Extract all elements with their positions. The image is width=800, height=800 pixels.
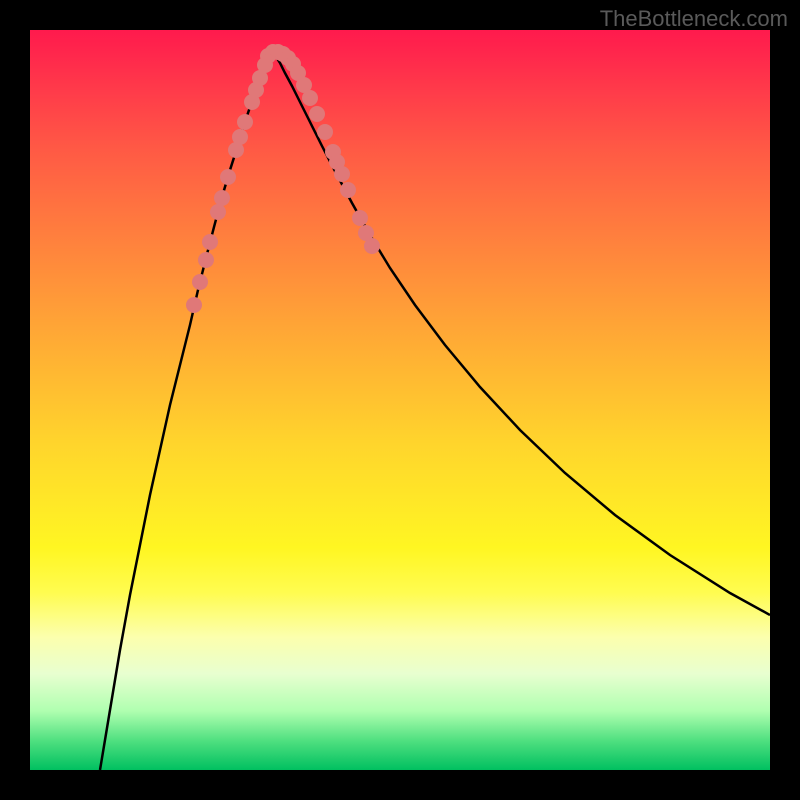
data-point	[340, 182, 356, 198]
data-point	[202, 234, 218, 250]
chart-svg	[30, 30, 770, 770]
data-point	[364, 238, 380, 254]
left-curve-line	[100, 50, 271, 770]
data-point	[309, 106, 325, 122]
data-point	[232, 129, 248, 145]
data-point	[214, 190, 230, 206]
right-point-cluster	[290, 65, 380, 254]
chart-plot-area	[30, 30, 770, 770]
data-point	[352, 210, 368, 226]
data-point	[237, 114, 253, 130]
data-point	[220, 169, 236, 185]
right-curve-line	[271, 50, 770, 615]
data-point	[334, 166, 350, 182]
data-point	[192, 274, 208, 290]
left-point-cluster	[186, 57, 273, 313]
data-point	[198, 252, 214, 268]
data-point	[317, 124, 333, 140]
watermark-text: TheBottleneck.com	[600, 6, 788, 32]
data-point	[302, 90, 318, 106]
data-point	[186, 297, 202, 313]
data-point	[210, 204, 226, 220]
